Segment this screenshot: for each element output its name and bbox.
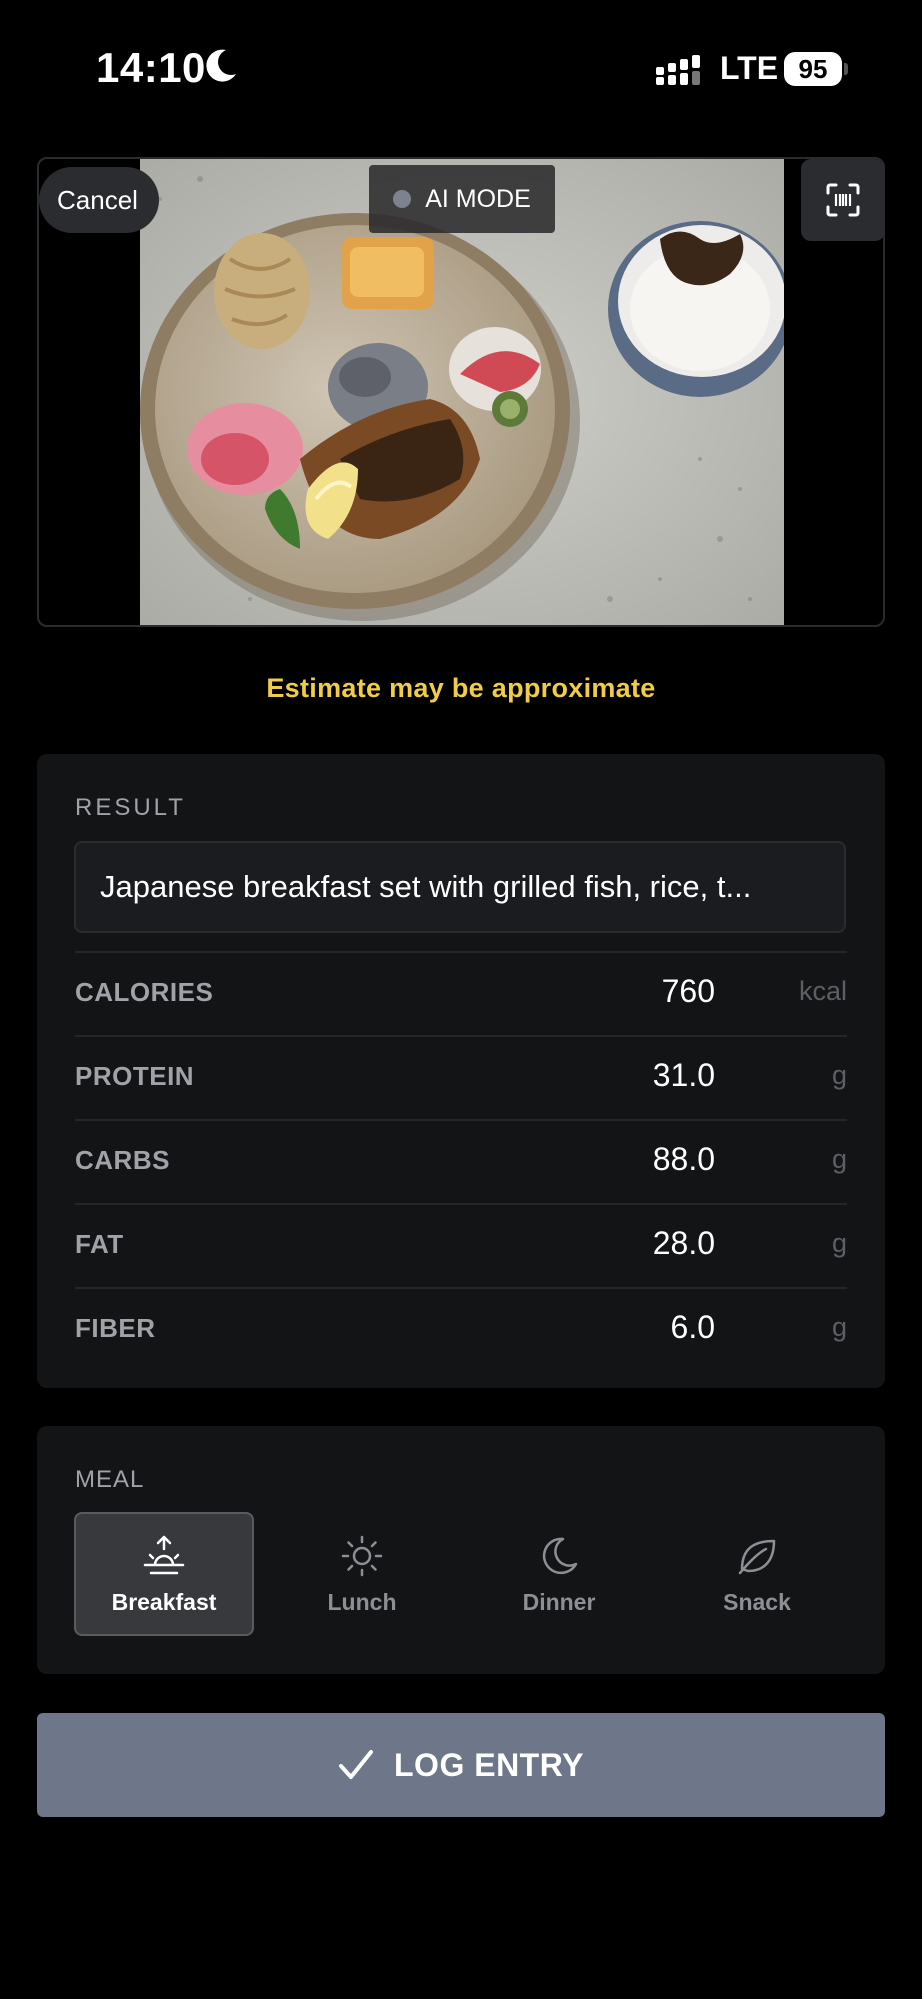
ai-mode-label: AI MODE	[425, 184, 531, 213]
sunrise-icon	[143, 1535, 185, 1574]
carbs-value-field[interactable]: 88.0	[653, 1141, 715, 1178]
food-description-field[interactable]: Japanese breakfast set with grilled fish…	[74, 841, 846, 933]
cancel-button[interactable]: Cancel	[39, 167, 159, 233]
mode-indicator-dot	[393, 190, 412, 208]
meal-option-lunch[interactable]: Lunch	[272, 1512, 452, 1636]
calories-value-field[interactable]: 760	[662, 973, 715, 1010]
battery-nub	[844, 63, 848, 75]
ai-mode-toggle[interactable]: AI MODE	[369, 165, 555, 233]
meal-option-dinner[interactable]: Dinner	[469, 1512, 649, 1636]
nutrition-unit: g	[831, 1144, 847, 1174]
nutrition-row-carbs: CARBS 88.0 g	[75, 1119, 847, 1203]
nutrition-row-fat: FAT 28.0 g	[75, 1203, 847, 1287]
nutrition-label: FAT	[75, 1229, 124, 1259]
nutrition-label: PROTEIN	[75, 1061, 195, 1091]
signal-strength-icon	[656, 55, 700, 85]
nutrition-unit: g	[831, 1228, 847, 1258]
nutrition-row-protein: PROTEIN 31.0 g	[75, 1035, 847, 1119]
battery-indicator: 95	[784, 52, 842, 86]
nutrition-label: FIBER	[75, 1313, 156, 1343]
cancel-label: Cancel	[57, 184, 138, 215]
status-time: 14:10	[96, 44, 206, 91]
food-description-text: Japanese breakfast set with grilled fish…	[100, 869, 752, 904]
network-type: LTE	[720, 50, 779, 86]
nutrition-row-calories: CALORIES 760 kcal	[75, 951, 847, 1035]
result-section-label: RESULT	[75, 794, 186, 821]
meal-option-label: Dinner	[522, 1588, 596, 1615]
protein-value-field[interactable]: 31.0	[653, 1057, 715, 1094]
nutrition-label: CALORIES	[75, 977, 214, 1007]
nutrition-unit: g	[831, 1060, 847, 1090]
meal-option-label: Breakfast	[111, 1588, 217, 1615]
nutrition-label: CARBS	[75, 1145, 170, 1175]
fat-value-field[interactable]: 28.0	[653, 1225, 715, 1262]
meal-option-label: Lunch	[327, 1588, 397, 1615]
nutrition-row-fiber: FIBER 6.0 g	[75, 1287, 847, 1371]
do-not-disturb-moon-icon	[206, 49, 236, 82]
camera-preview: Cancel AI MODE	[37, 157, 885, 627]
barcode-scan-button[interactable]	[801, 159, 883, 241]
checkmark-icon	[339, 1750, 373, 1779]
meal-option-snack[interactable]: Snack	[667, 1512, 847, 1636]
meal-card: MEAL Breakfast Lunch Dinner Snack	[37, 1426, 885, 1674]
meal-option-breakfast[interactable]: Breakfast	[74, 1512, 254, 1636]
meal-option-label: Snack	[723, 1588, 791, 1615]
result-card: RESULT Japanese breakfast set with grill…	[37, 754, 885, 1388]
sun-icon	[341, 1535, 383, 1576]
moon-icon	[542, 1537, 578, 1574]
leaf-icon	[738, 1539, 776, 1574]
nutrition-unit: kcal	[798, 976, 847, 1006]
log-entry-label: LOG ENTRY	[394, 1746, 584, 1783]
log-entry-button[interactable]: LOG ENTRY	[37, 1713, 885, 1817]
nutrition-unit: g	[831, 1312, 847, 1342]
fiber-value-field[interactable]: 6.0	[671, 1309, 715, 1346]
estimate-notice: Estimate may be approximate	[266, 673, 656, 703]
meal-section-label: MEAL	[75, 1466, 145, 1493]
barcode-scan-icon	[826, 183, 860, 217]
status-bar: 14:10 LTE 95	[0, 0, 922, 120]
